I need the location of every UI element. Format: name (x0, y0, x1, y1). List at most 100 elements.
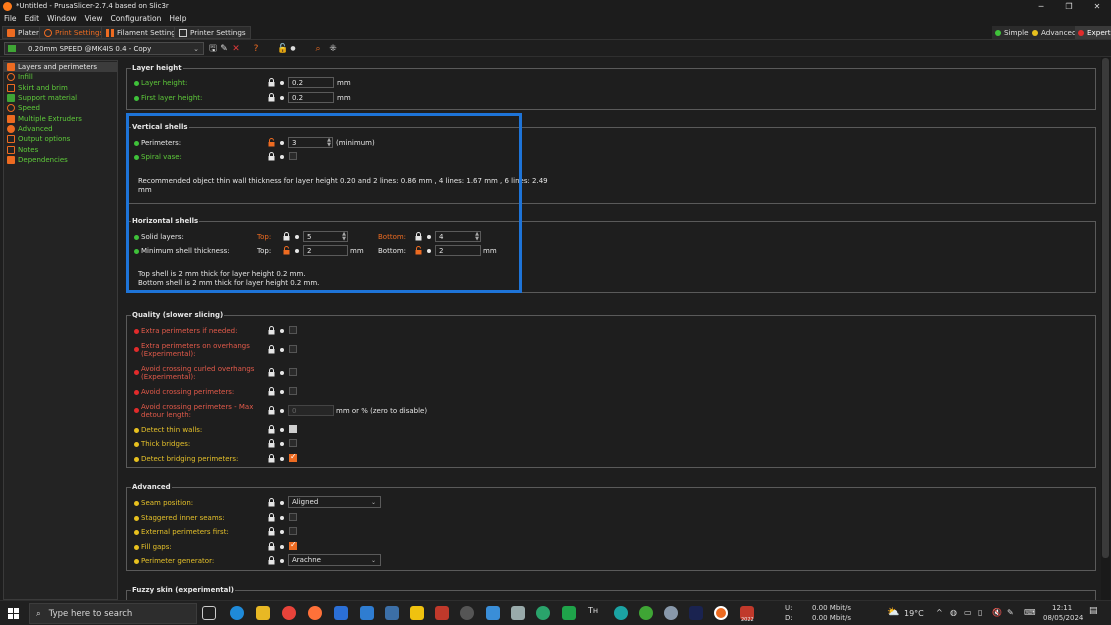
gauge-app-icon[interactable] (460, 606, 474, 620)
system-value-dot[interactable] (280, 81, 284, 85)
system-value-dot[interactable] (280, 501, 284, 505)
lock-icon[interactable] (268, 498, 275, 507)
weather-temperature[interactable]: 19°C (904, 609, 924, 618)
volume-muted-icon[interactable]: 🔇 (992, 608, 1002, 617)
sidebar-item-notes[interactable]: Notes (4, 144, 117, 154)
system-value-dot[interactable] (280, 559, 284, 563)
calculator-icon[interactable] (385, 606, 399, 620)
avoid-crossing-perimeters-checkbox[interactable] (289, 387, 297, 395)
app-icon[interactable] (511, 606, 525, 620)
detect-bridging-perimeters-checkbox[interactable] (289, 452, 297, 462)
app-icon[interactable] (689, 606, 703, 620)
tab-filament-settings[interactable]: Filament Settings (101, 26, 185, 39)
detect-thin-walls-checkbox[interactable] (289, 425, 297, 433)
mode-advanced[interactable]: Advanced (1029, 26, 1080, 39)
mode-simple[interactable]: Simple (992, 26, 1032, 39)
app-icon[interactable] (435, 606, 449, 620)
mode-expert[interactable]: Expert (1075, 26, 1111, 39)
lock-icon[interactable] (268, 439, 275, 448)
system-value-dot[interactable] (280, 371, 284, 375)
extra-perimeters-overhangs-checkbox[interactable] (289, 345, 297, 353)
minimize-button[interactable]: ─ (1027, 0, 1055, 12)
fill-gaps-checkbox[interactable] (289, 540, 297, 550)
staggered-inner-seams-checkbox[interactable] (289, 513, 297, 521)
sidebar-item-speed[interactable]: Speed (4, 103, 117, 113)
menu-window[interactable]: Window (47, 14, 77, 23)
sidebar-item-advanced[interactable]: Advanced (4, 124, 117, 134)
max-detour-input[interactable]: 0 (288, 405, 334, 416)
menu-edit[interactable]: Edit (25, 14, 40, 23)
lock-icon[interactable] (268, 368, 275, 377)
sidebar-item-multiple-extruders[interactable]: Multiple Extruders (4, 113, 117, 123)
lock-icon[interactable] (268, 454, 275, 463)
network-icon[interactable]: ▭ (964, 608, 972, 617)
task-view-icon[interactable] (202, 606, 216, 620)
tab-printer-settings[interactable]: Printer Settings (174, 26, 251, 39)
app-icon[interactable] (664, 606, 678, 620)
system-value-dot[interactable] (280, 390, 284, 394)
lock-icon[interactable] (268, 78, 275, 87)
weather-icon[interactable]: ⛅ (887, 607, 899, 618)
layer-height-input[interactable]: 0.2 (288, 77, 334, 88)
store-icon[interactable] (334, 606, 348, 620)
lock-icon[interactable] (268, 542, 275, 551)
lock-icon[interactable] (268, 387, 275, 396)
sidebar-item-output-options[interactable]: Output options (4, 134, 117, 144)
windows-start-icon[interactable] (8, 608, 19, 619)
app-icon[interactable] (536, 606, 550, 620)
clock-date[interactable]: 08/05/2024 (1043, 614, 1083, 622)
lock-icon[interactable] (268, 345, 275, 354)
sheets-icon[interactable] (562, 606, 576, 620)
compare-presets-icon[interactable]: ⁜ (328, 43, 338, 54)
lock-icon[interactable] (268, 527, 275, 536)
help-icon[interactable]: ? (251, 43, 261, 54)
save-preset-icon[interactable]: 🖫 (208, 43, 218, 54)
close-button[interactable]: ✕ (1083, 0, 1111, 12)
arduino-icon[interactable] (614, 606, 628, 620)
system-value-dot[interactable] (280, 96, 284, 100)
firefox-icon[interactable] (308, 606, 322, 620)
mail-icon[interactable] (360, 606, 374, 620)
tab-plater[interactable]: Plater (2, 26, 44, 39)
scrollbar-thumb[interactable] (1102, 58, 1109, 558)
system-value-dot[interactable] (280, 545, 284, 549)
edge-icon[interactable] (230, 606, 244, 620)
text-app-icon[interactable]: Tн (588, 606, 602, 620)
system-value-dot[interactable] (280, 530, 284, 534)
chrome-icon[interactable] (282, 606, 296, 620)
prusaslicer-taskbar-icon[interactable] (714, 606, 728, 620)
system-value-dot[interactable] (280, 516, 284, 520)
sidebar-item-dependencies[interactable]: Dependencies (4, 155, 117, 165)
perimeter-generator-select[interactable]: Arachne ⌄ (288, 554, 381, 566)
clock-time[interactable]: 12:11 (1052, 604, 1072, 612)
lock-icon[interactable] (268, 556, 275, 565)
seam-position-select[interactable]: Aligned ⌄ (288, 496, 381, 508)
extra-perimeters-checkbox[interactable] (289, 326, 297, 334)
pen-icon[interactable]: ✎ (1007, 608, 1014, 617)
tray-app-icon[interactable]: ◍ (950, 608, 957, 617)
sidebar-item-layers-and-perimeters[interactable]: Layers and perimeters (4, 62, 117, 73)
menu-configuration[interactable]: Configuration (110, 14, 161, 23)
system-value-dot[interactable] (280, 348, 284, 352)
thick-bridges-checkbox[interactable] (289, 439, 297, 447)
search-icon[interactable]: ⌕ (313, 43, 323, 54)
sidebar-item-skirt-and-brim[interactable]: Skirt and brim (4, 83, 117, 93)
sticky-notes-icon[interactable] (410, 606, 424, 620)
lock-icon[interactable] (268, 93, 275, 102)
first-layer-height-input[interactable]: 0.2 (288, 92, 334, 103)
rename-preset-icon[interactable]: ✎ (219, 43, 229, 54)
file-explorer-icon[interactable] (256, 606, 270, 620)
system-value-dot[interactable] (280, 428, 284, 432)
battery-icon[interactable]: ▯ (978, 608, 982, 617)
external-perimeters-first-checkbox[interactable] (289, 527, 297, 535)
app-icon[interactable] (486, 606, 500, 620)
sidebar-item-infill[interactable]: Infill (4, 72, 117, 82)
preset-dropdown[interactable]: 0.20mm SPEED @MK4IS 0.4 - Copy ⌄ (4, 42, 204, 55)
system-value-dot[interactable] (280, 442, 284, 446)
tab-print-settings[interactable]: Print Settings (39, 26, 109, 39)
maximize-button[interactable]: ❐ (1055, 0, 1083, 12)
system-value-dot[interactable] (280, 409, 284, 413)
system-value-dot[interactable] (280, 457, 284, 461)
avoid-curled-overhangs-checkbox[interactable] (289, 368, 297, 376)
menu-help[interactable]: Help (169, 14, 186, 23)
